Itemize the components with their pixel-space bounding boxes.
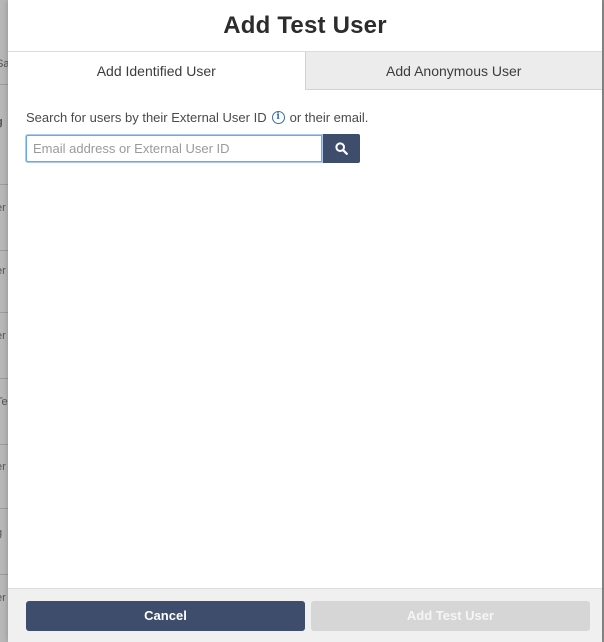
background-divider xyxy=(0,508,8,509)
background-text: g xyxy=(0,525,8,541)
dialog-title: Add Test User xyxy=(223,11,387,39)
background-divider xyxy=(0,312,8,313)
background-page: Sa g er er er Te er g er xyxy=(0,0,8,642)
tab-add-identified-user[interactable]: Add Identified User xyxy=(8,52,305,90)
background-text: er xyxy=(0,592,6,604)
tab-label: Add Identified User xyxy=(96,63,216,79)
background-text: er xyxy=(0,265,6,277)
search-input[interactable] xyxy=(26,135,322,162)
background-divider xyxy=(0,574,8,575)
tab-bar: Add Identified User Add Anonymous User xyxy=(8,52,602,90)
search-button[interactable] xyxy=(323,134,360,163)
background-text: er xyxy=(0,330,6,342)
background-text: er xyxy=(0,461,6,473)
search-hint-text: Search for users by their External User … xyxy=(26,110,267,125)
background-divider xyxy=(0,84,8,85)
search-icon xyxy=(335,142,348,155)
info-icon[interactable]: i xyxy=(271,111,285,124)
tab-label: Add Anonymous User xyxy=(386,62,522,79)
search-hint: Search for users by their External User … xyxy=(26,110,584,125)
dialog-header: Add Test User xyxy=(8,0,602,52)
background-text: Te xyxy=(0,396,8,408)
search-row xyxy=(26,134,584,163)
background-divider xyxy=(0,444,8,445)
background-text: er xyxy=(0,202,6,214)
background-divider xyxy=(0,378,8,379)
add-test-user-button[interactable]: Add Test User xyxy=(311,600,590,631)
dialog-footer: Cancel Add Test User xyxy=(8,588,602,642)
background-divider xyxy=(0,250,8,251)
tab-add-anonymous-user[interactable]: Add Anonymous User xyxy=(304,52,602,90)
background-text: Sa xyxy=(0,58,8,70)
cancel-button[interactable]: Cancel xyxy=(26,600,305,631)
add-test-user-dialog: Add Test User Add Identified User Add An… xyxy=(8,0,602,642)
background-divider xyxy=(0,184,8,185)
tab-content: Search for users by their External User … xyxy=(8,90,602,183)
search-hint-text-suffix: or their email. xyxy=(289,110,369,125)
background-text: g xyxy=(0,114,8,130)
